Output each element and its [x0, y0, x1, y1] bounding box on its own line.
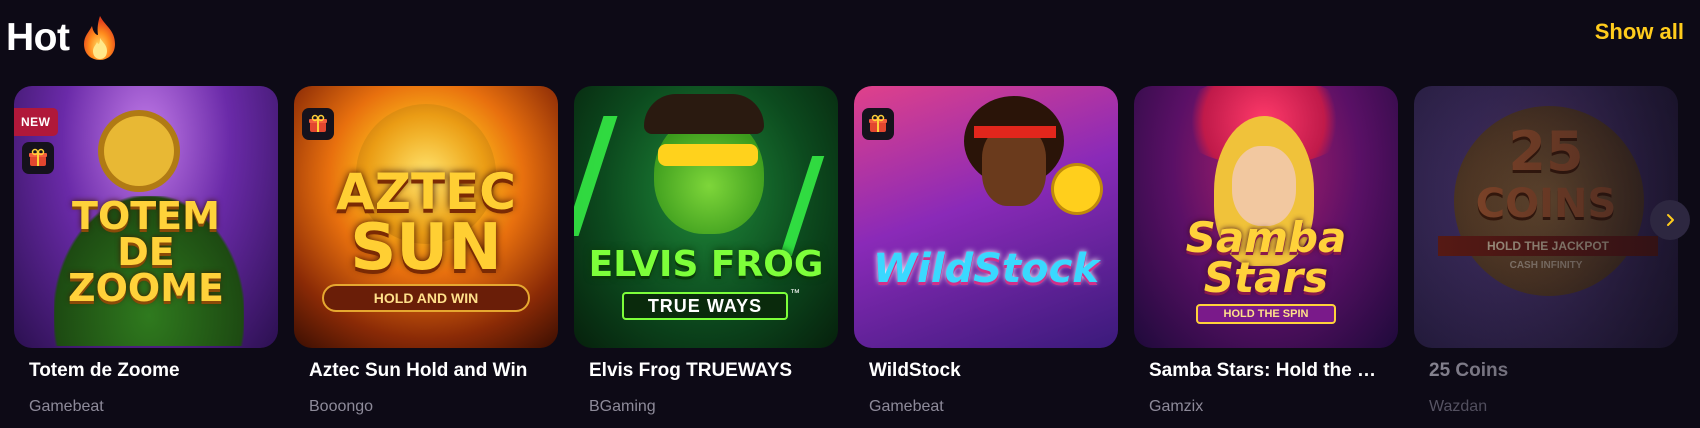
art-line: SUN — [350, 211, 502, 285]
game-title[interactable]: Aztec Sun Hold and Win — [309, 360, 527, 382]
new-badge: NEW — [14, 108, 58, 136]
game-title[interactable]: Elvis Frog TRUEWAYS — [589, 360, 792, 382]
game-card[interactable]: WildStock WildStock Gamebeat — [854, 86, 1118, 428]
game-card[interactable]: 25 COINS HOLD THE JACKPOT CASH INFINITY … — [1414, 86, 1678, 428]
art-line: COINS — [1475, 181, 1617, 227]
game-thumbnail[interactable]: TOTEM DE ZOOME NEW — [14, 86, 278, 348]
art-line: DE — [117, 230, 175, 274]
game-card[interactable]: Samba Stars HOLD THE SPIN Samba Stars: H… — [1134, 86, 1398, 428]
art-line: ZOOME — [68, 266, 224, 310]
art-subtitle: HOLD AND WIN — [322, 284, 530, 312]
art-title: WildStock — [873, 246, 1099, 292]
art-line: Stars — [1203, 253, 1329, 302]
art-line: Samba — [1185, 213, 1347, 262]
game-thumbnail[interactable]: 25 COINS HOLD THE JACKPOT CASH INFINITY — [1414, 86, 1678, 348]
game-thumbnail[interactable]: ELVIS FROG TRUE WAYS ™ — [574, 86, 838, 348]
art-trademark: ™ — [790, 288, 800, 299]
fire-icon — [84, 16, 116, 60]
art-subtitle: HOLD THE JACKPOT — [1438, 236, 1658, 256]
chevron-right-icon — [1667, 214, 1674, 226]
game-thumbnail[interactable]: WildStock — [854, 86, 1118, 348]
game-art: ELVIS FROG TRUE WAYS ™ — [574, 86, 838, 348]
section-title: Hot — [6, 14, 121, 62]
game-provider: Gamzix — [1149, 398, 1204, 415]
art-title: ELVIS FROG — [588, 244, 824, 285]
game-card[interactable]: TOTEM DE ZOOME NEW Totem de Zoome Gamebe… — [14, 86, 278, 428]
gift-icon — [302, 108, 334, 140]
game-thumbnail[interactable]: Samba Stars HOLD THE SPIN — [1134, 86, 1398, 348]
game-art: 25 COINS HOLD THE JACKPOT CASH INFINITY — [1414, 86, 1678, 348]
art-subtitle: TRUE WAYS — [622, 292, 788, 320]
game-card[interactable]: ELVIS FROG TRUE WAYS ™ Elvis Frog TRUEWA… — [574, 86, 838, 428]
section-header: Hot Show all — [6, 6, 1690, 64]
gift-icon — [862, 108, 894, 140]
game-provider: BGaming — [589, 398, 656, 415]
art-line: TOTEM — [72, 194, 220, 238]
game-provider: Gamebeat — [869, 398, 944, 415]
art-subtitle: HOLD THE SPIN — [1196, 304, 1336, 324]
game-title[interactable]: Samba Stars: Hold the … — [1149, 360, 1376, 382]
game-provider: Gamebeat — [29, 398, 104, 415]
game-provider: Wazdan — [1429, 398, 1488, 415]
game-title[interactable]: WildStock — [869, 360, 961, 382]
game-title[interactable]: Totem de Zoome — [29, 360, 180, 382]
art-caption: CASH INFINITY — [1509, 260, 1583, 271]
games-carousel: TOTEM DE ZOOME NEW Totem de Zoome Gamebe… — [14, 86, 1700, 428]
carousel-next-button[interactable] — [1650, 200, 1690, 240]
show-all-link[interactable]: Show all — [1595, 19, 1684, 45]
game-card[interactable]: AZTEC SUN HOLD AND WIN Aztec Sun Hold an… — [294, 86, 558, 428]
game-art: Samba Stars HOLD THE SPIN — [1134, 86, 1398, 348]
section-title-text: Hot — [6, 16, 70, 59]
game-title[interactable]: 25 Coins — [1429, 360, 1508, 382]
game-thumbnail[interactable]: AZTEC SUN HOLD AND WIN — [294, 86, 558, 348]
art-line: 25 — [1508, 120, 1584, 183]
game-provider: Booongo — [309, 398, 374, 415]
gift-icon — [22, 142, 54, 174]
